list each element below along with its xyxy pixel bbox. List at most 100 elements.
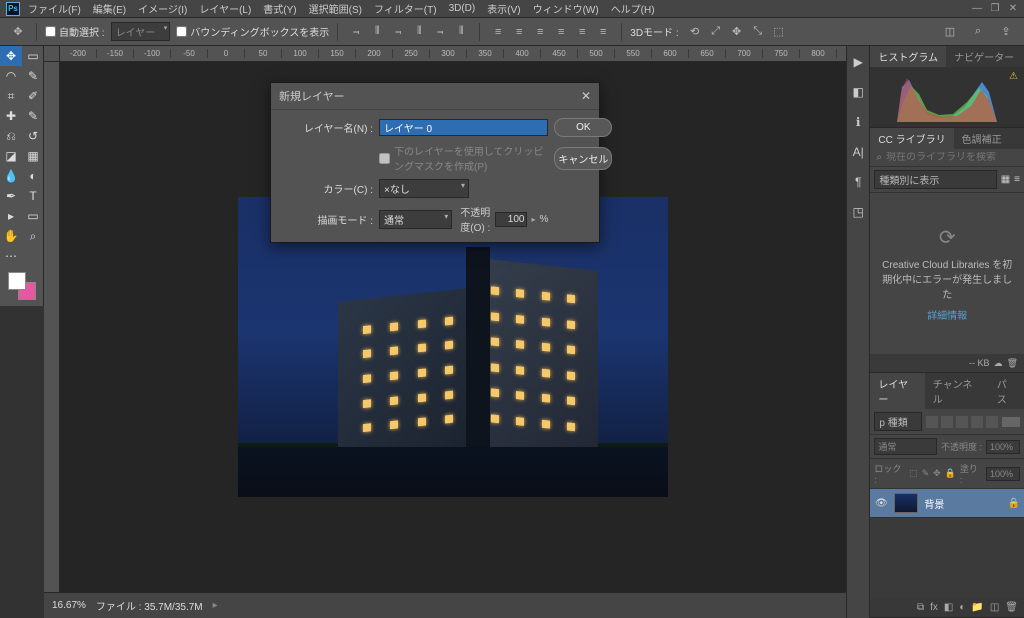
shape-tool[interactable]: ▭ xyxy=(22,206,44,226)
tab-cc-libraries[interactable]: CC ライブラリ xyxy=(870,128,953,149)
filter-icon[interactable] xyxy=(926,416,938,428)
distribute-icon[interactable]: ≡ xyxy=(530,22,550,42)
align-icon[interactable]: ⫴ xyxy=(451,22,471,42)
library-view-dropdown[interactable]: 種類別に表示 xyxy=(874,170,996,189)
align-icon[interactable]: ⫬ xyxy=(430,22,450,42)
zoom-readout[interactable]: 16.67% xyxy=(52,600,86,611)
layer-name-input[interactable] xyxy=(379,119,548,136)
quick-select-tool[interactable]: ✎ xyxy=(22,66,44,86)
cloud-sync-icon[interactable]: ☁ xyxy=(994,358,1003,369)
trash-icon[interactable]: 🗑 xyxy=(1007,358,1018,369)
trash-icon[interactable]: 🗑 xyxy=(1005,602,1018,613)
hand-tool[interactable]: ✋ xyxy=(0,226,22,246)
align-icon[interactable]: ⫴ xyxy=(367,22,387,42)
menu-help[interactable]: ヘルプ(H) xyxy=(607,0,659,18)
window-minimize[interactable]: — xyxy=(972,4,982,14)
brush-tool[interactable]: ✎ xyxy=(22,106,44,126)
distribute-icon[interactable]: ≡ xyxy=(572,22,592,42)
path-select-tool[interactable]: ▸ xyxy=(0,206,22,226)
blend-mode-dropdown[interactable]: 通常 xyxy=(379,210,452,229)
eyedropper-tool[interactable]: ✐ xyxy=(22,86,44,106)
3d-icon[interactable]: ⟲ xyxy=(685,22,705,42)
align-icon[interactable]: ⫬ xyxy=(346,22,366,42)
3d-icon[interactable]: ⤢ xyxy=(706,22,726,42)
properties-icon[interactable]: ◳ xyxy=(848,202,868,222)
menu-view[interactable]: 表示(V) xyxy=(483,0,524,18)
cube-icon[interactable]: ◧ xyxy=(848,82,868,102)
list-view-icon[interactable]: ≡ xyxy=(1014,174,1020,185)
filter-icon[interactable] xyxy=(941,416,953,428)
distribute-icon[interactable]: ≡ xyxy=(509,22,529,42)
history-brush-tool[interactable]: ↺ xyxy=(22,126,44,146)
stamp-tool[interactable]: ⎌ xyxy=(0,126,22,146)
extra-tool[interactable] xyxy=(22,246,44,266)
opacity-field[interactable]: 100% xyxy=(986,440,1020,454)
lock-icon[interactable]: 🔒 xyxy=(1008,498,1020,509)
tab-navigator[interactable]: ナビゲーター xyxy=(946,46,1022,67)
warning-icon[interactable]: ⚠ xyxy=(1009,71,1018,82)
auto-select-target-dropdown[interactable]: レイヤー xyxy=(111,22,171,41)
marquee-tool[interactable]: ▭ xyxy=(22,46,44,66)
eraser-tool[interactable]: ◪ xyxy=(0,146,22,166)
foreground-color-swatch[interactable] xyxy=(8,272,26,290)
library-details-link[interactable]: 詳細情報 xyxy=(927,307,967,322)
menu-3d[interactable]: 3D(D) xyxy=(445,1,480,16)
paragraph-icon[interactable]: ¶ xyxy=(848,172,868,192)
ok-button[interactable]: OK xyxy=(554,118,612,137)
distribute-icon[interactable]: ≡ xyxy=(551,22,571,42)
3d-icon[interactable]: ⤡ xyxy=(748,22,768,42)
close-icon[interactable]: ✕ xyxy=(581,89,591,103)
lasso-tool[interactable]: ◠ xyxy=(0,66,22,86)
lock-icon[interactable]: ✥ xyxy=(933,468,941,479)
layer-row[interactable]: 👁 背景 🔒 xyxy=(870,489,1024,518)
layer-filter-dropdown[interactable]: p 種類 xyxy=(874,412,922,431)
search-icon[interactable]: ⌕ xyxy=(968,22,988,42)
tab-channels[interactable]: チャンネル xyxy=(925,373,989,409)
filter-toggle[interactable] xyxy=(1002,417,1020,427)
layer-name[interactable]: 背景 xyxy=(924,496,1001,511)
color-swatches[interactable] xyxy=(0,266,44,306)
3d-icon[interactable]: ✥ xyxy=(727,22,747,42)
filter-icon[interactable] xyxy=(971,416,983,428)
type-tool[interactable]: T xyxy=(22,186,44,206)
tab-histogram[interactable]: ヒストグラム xyxy=(870,46,946,67)
grid-view-icon[interactable]: ▦ xyxy=(1001,174,1010,185)
distribute-icon[interactable]: ≡ xyxy=(488,22,508,42)
fx-icon[interactable]: fx xyxy=(930,602,938,613)
show-bbox-toggle[interactable]: バウンディングボックスを表示 xyxy=(176,24,329,39)
menu-select[interactable]: 選択範囲(S) xyxy=(305,0,366,18)
menu-file[interactable]: ファイル(F) xyxy=(24,0,85,18)
blur-tool[interactable]: 💧 xyxy=(0,166,22,186)
lock-icon[interactable]: 🔒 xyxy=(945,468,956,479)
type-icon[interactable]: A| xyxy=(848,142,868,162)
fill-field[interactable]: 100% xyxy=(986,467,1020,481)
share-icon[interactable]: ⇪ xyxy=(996,22,1016,42)
3d-icon[interactable]: ⬚ xyxy=(769,22,789,42)
opacity-input[interactable] xyxy=(495,212,527,227)
link-layers-icon[interactable]: ⧉ xyxy=(917,602,924,613)
color-dropdown[interactable]: ×なし xyxy=(379,179,469,198)
window-restore[interactable]: ❐ xyxy=(990,4,1000,14)
library-search-input[interactable] xyxy=(886,152,1018,163)
menu-layer[interactable]: レイヤー(L) xyxy=(195,0,255,18)
doc-info[interactable]: ファイル : 35.7M/35.7M xyxy=(96,598,203,613)
tab-layers[interactable]: レイヤー xyxy=(870,373,924,409)
edit-toolbar[interactable]: ⋯ xyxy=(0,246,22,266)
mask-icon[interactable]: ◧ xyxy=(944,602,953,613)
crop-tool[interactable]: ⌗ xyxy=(0,86,22,106)
filter-icon[interactable] xyxy=(986,416,998,428)
menu-edit[interactable]: 編集(E) xyxy=(89,0,130,18)
tab-paths[interactable]: パス xyxy=(989,373,1024,409)
workspace-icon[interactable]: ◫ xyxy=(940,22,960,42)
clipping-mask-checkbox[interactable]: 下のレイヤーを使用してクリッピングマスクを作成(P) xyxy=(379,143,548,173)
adjustment-icon[interactable]: ◐ xyxy=(959,602,965,613)
lock-icon[interactable]: ⬚ xyxy=(909,468,918,479)
lock-icon[interactable]: ✎ xyxy=(922,468,930,479)
move-tool-icon[interactable]: ✥ xyxy=(8,22,28,42)
pen-tool[interactable]: ✒ xyxy=(0,186,22,206)
visibility-toggle[interactable]: 👁 xyxy=(874,496,888,510)
healing-tool[interactable]: ✚ xyxy=(0,106,22,126)
menu-window[interactable]: ウィンドウ(W) xyxy=(529,0,603,18)
auto-select-toggle[interactable]: 自動選択 : xyxy=(45,24,105,39)
play-icon[interactable]: ▶ xyxy=(848,52,868,72)
